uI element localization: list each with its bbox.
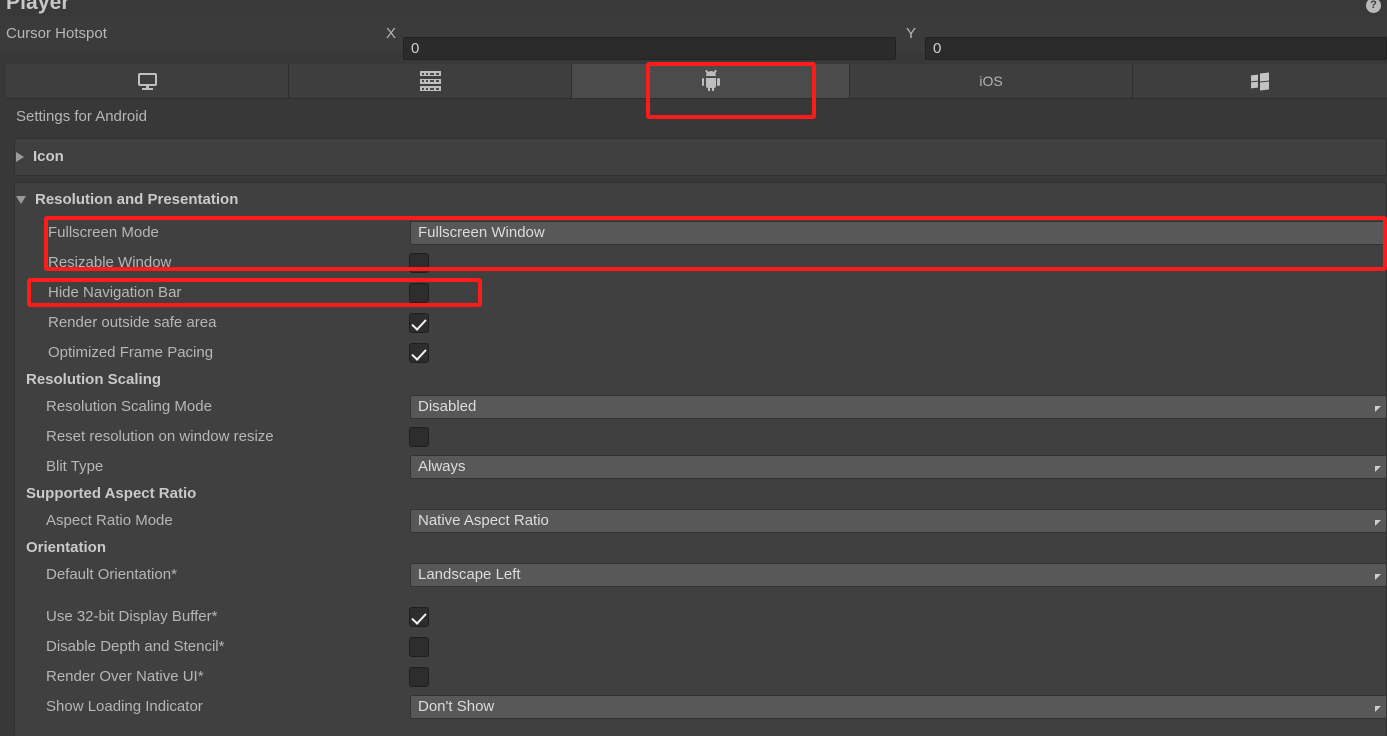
- row-label: Use 32-bit Display Buffer*: [46, 608, 218, 625]
- row-resolution-scaling-mode: Resolution Scaling Mode Disabled: [15, 392, 1387, 422]
- row-label: Resizable Window: [48, 254, 172, 271]
- group-label: Orientation: [26, 539, 107, 556]
- chevron-down-icon: [1375, 520, 1381, 526]
- row-label: Render Over Native UI*: [46, 668, 204, 685]
- row-label: Resolution Scaling Mode: [46, 398, 212, 415]
- default-orientation-dropdown[interactable]: Landscape Left: [410, 563, 1387, 587]
- tab-bar-underline: [6, 98, 1387, 99]
- tab-windows[interactable]: [1133, 64, 1387, 98]
- row-render-outside-safe-area: Render outside safe area: [15, 308, 1387, 338]
- cursor-hotspot-row: Cursor Hotspot X Y: [0, 16, 1387, 60]
- row-label: Reset resolution on window resize: [46, 428, 274, 445]
- row-disable-depth-and-stencil: Disable Depth and Stencil*: [15, 632, 1387, 662]
- default-orientation-value: Landscape Left: [418, 566, 521, 583]
- row-fullscreen-mode: Fullscreen Mode Fullscreen Window: [15, 218, 1387, 248]
- row-aspect-ratio-mode: Aspect Ratio Mode Native Aspect Ratio: [15, 506, 1387, 536]
- group-supported-aspect-ratio: Supported Aspect Ratio: [15, 479, 1387, 509]
- section-resolution-foldout[interactable]: Resolution and Presentation: [16, 191, 238, 208]
- group-orientation: Orientation: [15, 533, 1387, 563]
- section-icon-foldout[interactable]: Icon: [16, 148, 64, 165]
- fullscreen-mode-dropdown[interactable]: Fullscreen Window: [410, 221, 1387, 245]
- cursor-hotspot-label: Cursor Hotspot: [6, 25, 107, 42]
- android-icon: [701, 69, 720, 91]
- chevron-down-icon: [1375, 706, 1381, 712]
- show-loading-indicator-value: Don't Show: [418, 698, 495, 715]
- chevron-down-icon: [1375, 466, 1381, 472]
- row-blit-type: Blit Type Always: [15, 452, 1387, 482]
- resolution-scaling-mode-dropdown[interactable]: Disabled: [410, 395, 1387, 419]
- row-label: Fullscreen Mode: [48, 224, 159, 241]
- render-over-native-ui-checkbox[interactable]: [409, 667, 429, 687]
- row-use-32bit-display-buffer: Use 32-bit Display Buffer*: [15, 602, 1387, 632]
- row-default-orientation: Default Orientation* Landscape Left: [15, 560, 1387, 590]
- resizable-window-checkbox[interactable]: [409, 253, 429, 273]
- show-loading-indicator-dropdown[interactable]: Don't Show: [410, 695, 1387, 719]
- windows-icon: [1251, 71, 1269, 91]
- section-resolution-label: Resolution and Presentation: [35, 191, 239, 208]
- resolution-scaling-mode-value: Disabled: [418, 398, 477, 415]
- row-render-over-native-ui: Render Over Native UI*: [15, 662, 1387, 692]
- chevron-down-icon: [16, 195, 26, 204]
- cursor-hotspot-x-label: X: [386, 25, 397, 42]
- row-label: Blit Type: [46, 458, 104, 475]
- row-label: Aspect Ratio Mode: [46, 512, 173, 529]
- blit-type-value: Always: [418, 458, 466, 475]
- row-show-loading-indicator: Show Loading Indicator Don't Show: [15, 692, 1387, 722]
- group-label: Resolution Scaling: [26, 371, 162, 388]
- tab-ios-label: iOS: [979, 73, 1003, 89]
- reset-resolution-checkbox[interactable]: [409, 427, 429, 447]
- row-label: Show Loading Indicator: [46, 698, 203, 715]
- tab-android[interactable]: [572, 64, 850, 98]
- group-resolution-scaling: Resolution Scaling: [15, 365, 1387, 395]
- help-icon[interactable]: ?: [1366, 0, 1381, 13]
- row-label: Hide Navigation Bar: [48, 284, 182, 301]
- aspect-ratio-mode-dropdown[interactable]: Native Aspect Ratio: [410, 509, 1387, 533]
- row-label: Render outside safe area: [48, 314, 217, 331]
- chevron-down-icon: [1375, 406, 1381, 412]
- tab-ios[interactable]: iOS: [850, 64, 1133, 98]
- optimized-frame-pacing-checkbox[interactable]: [409, 343, 429, 363]
- monitor-icon: [137, 72, 157, 90]
- section-icon-panel[interactable]: [14, 138, 1387, 176]
- aspect-ratio-mode-value: Native Aspect Ratio: [418, 512, 549, 529]
- fullscreen-mode-value: Fullscreen Window: [418, 224, 545, 241]
- disable-depth-and-stencil-checkbox[interactable]: [409, 637, 429, 657]
- row-optimized-frame-pacing: Optimized Frame Pacing: [15, 338, 1387, 368]
- cursor-hotspot-x-input[interactable]: [403, 37, 896, 60]
- use-32bit-display-buffer-checkbox[interactable]: [409, 607, 429, 627]
- render-outside-safe-area-checkbox[interactable]: [409, 313, 429, 333]
- section-icon-label: Icon: [33, 148, 64, 165]
- group-label: Supported Aspect Ratio: [26, 485, 197, 502]
- row-reset-resolution: Reset resolution on window resize: [15, 422, 1387, 452]
- row-hide-navigation-bar: Hide Navigation Bar: [15, 278, 1387, 308]
- cursor-hotspot-y-label: Y: [906, 25, 917, 42]
- hide-navigation-bar-checkbox[interactable]: [409, 283, 429, 303]
- tab-standalone[interactable]: [6, 64, 289, 98]
- platform-tab-bar: iOS: [6, 64, 1387, 98]
- chevron-down-icon: [1375, 574, 1381, 580]
- row-resizable-window: Resizable Window: [15, 248, 1387, 278]
- page-title: Player: [6, 0, 70, 14]
- row-label: Disable Depth and Stencil*: [46, 638, 225, 655]
- settings-for-platform-label: Settings for Android: [16, 108, 147, 125]
- window-title-bar: Player ?: [0, 0, 1387, 16]
- tab-dedicated-server[interactable]: [289, 64, 572, 98]
- server-icon: [419, 71, 441, 91]
- chevron-right-icon: [16, 151, 24, 162]
- blit-type-dropdown[interactable]: Always: [410, 455, 1387, 479]
- row-label: Default Orientation*: [46, 566, 177, 583]
- row-label: Optimized Frame Pacing: [48, 344, 214, 361]
- cursor-hotspot-y-input[interactable]: [925, 37, 1387, 60]
